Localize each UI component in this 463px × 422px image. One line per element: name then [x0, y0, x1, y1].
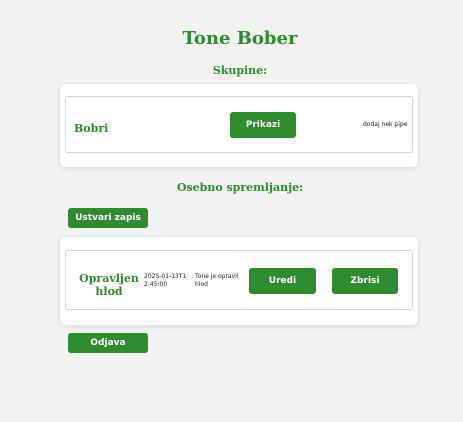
entries-card: Opravljen hlod 2025-01-13T12:45:00 Tone …: [60, 237, 418, 325]
groups-heading: Skupine:: [212, 64, 268, 77]
entry-item: Opravljen hlod 2025-01-13T12:45:00 Tone …: [65, 250, 413, 310]
entry-description: Tone je opravil hlod: [195, 273, 239, 288]
user-name-title: Tone Bober: [182, 28, 298, 49]
entry-title: Opravljen hlod: [79, 272, 139, 298]
personal-tracking-heading: Osebno spremljanje:: [176, 181, 304, 194]
edit-entry-button[interactable]: Uredi: [249, 268, 316, 294]
delete-entry-button[interactable]: Zbrisi: [332, 268, 398, 294]
group-item: Bobri Prikazi dodaj nek pipe: [65, 96, 413, 153]
groups-card: Bobri Prikazi dodaj nek pipe: [60, 84, 418, 167]
entry-timestamp: 2025-01-13T12:45:00: [144, 273, 187, 288]
page: Tone Bober Skupine: Bobri Prikazi dodaj …: [0, 0, 463, 422]
group-note: dodaj nek pipe: [363, 121, 408, 128]
create-entry-button[interactable]: Ustvari zapis: [68, 208, 148, 228]
group-name: Bobri: [74, 122, 109, 135]
logout-button[interactable]: Odjava: [68, 333, 148, 353]
show-group-button[interactable]: Prikazi: [230, 112, 296, 138]
